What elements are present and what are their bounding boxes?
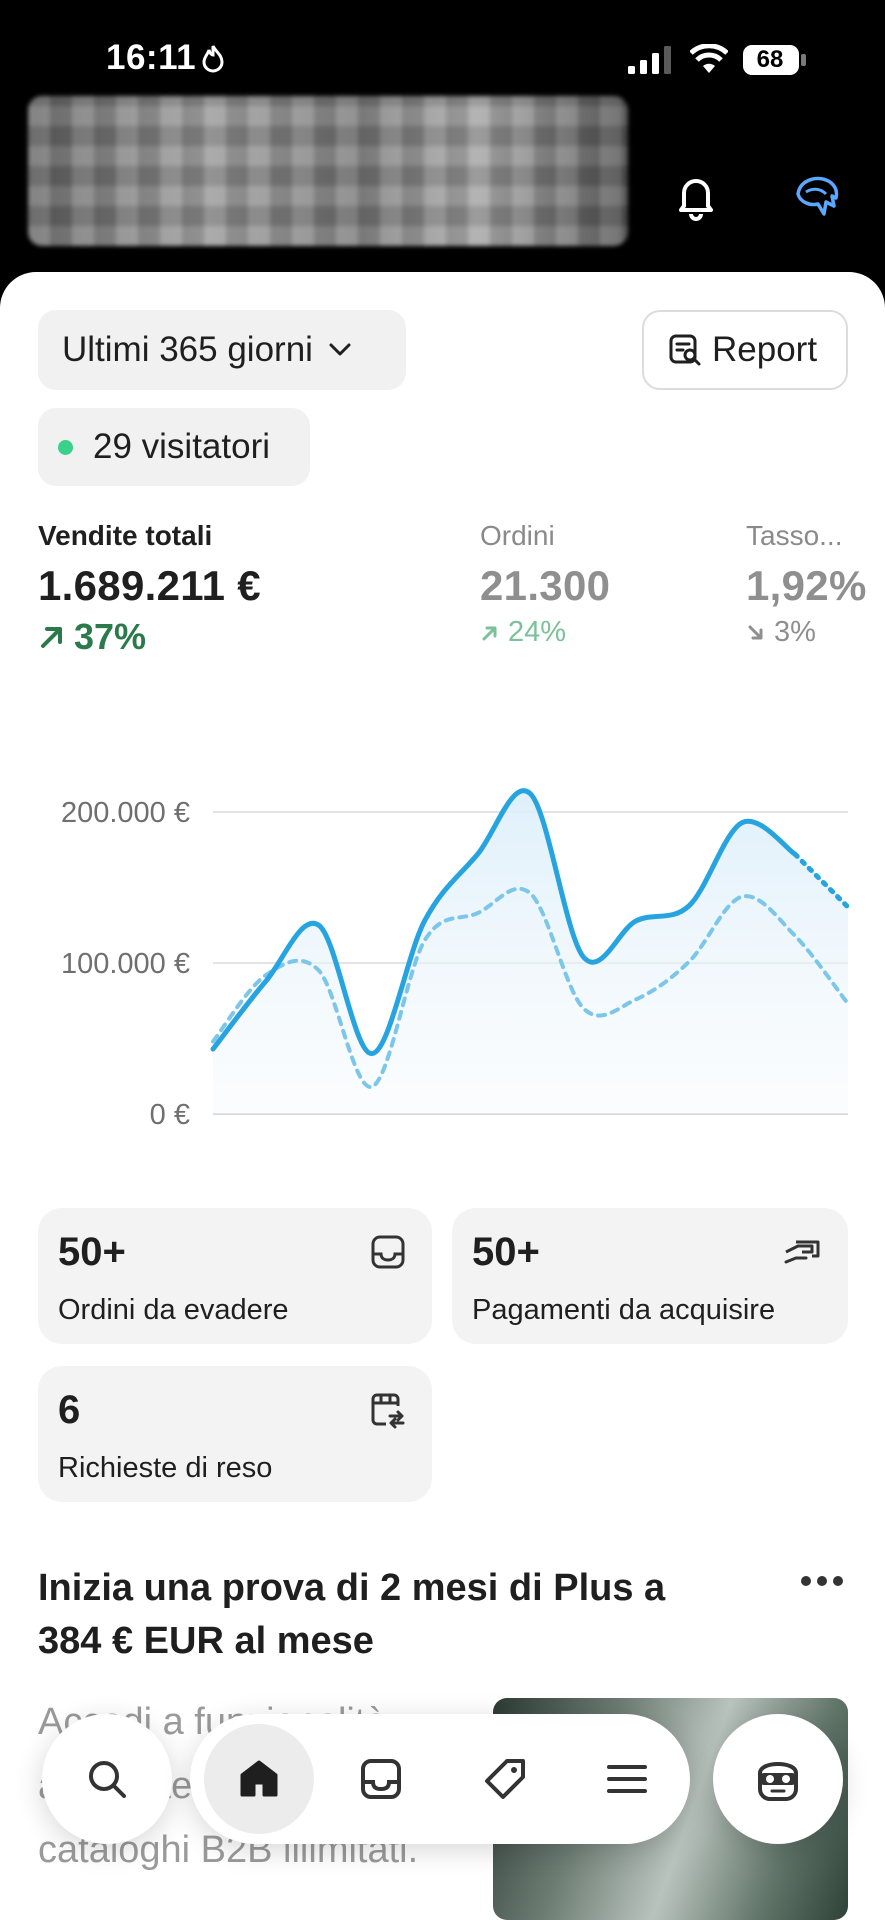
sales-area-fill bbox=[213, 790, 848, 1114]
inbox-icon bbox=[371, 1235, 405, 1269]
metric-label: Tasso... bbox=[746, 520, 843, 551]
comparison-data-point[interactable] bbox=[475, 910, 481, 916]
metric-delta: 37% bbox=[38, 616, 261, 658]
sales-data-point[interactable] bbox=[792, 851, 798, 857]
sales-data-point[interactable] bbox=[316, 922, 322, 928]
sales-data-point[interactable] bbox=[210, 1046, 216, 1052]
comparison-data-point[interactable] bbox=[422, 937, 428, 943]
cellular-signal-icon bbox=[628, 46, 671, 74]
metric-conversion-rate[interactable]: Tasso... 1,92% 3% bbox=[746, 520, 867, 649]
metric-value: 1,92% bbox=[746, 562, 867, 609]
app-header bbox=[0, 96, 885, 276]
sales-chart[interactable]: 200.000 €100.000 €0 €mag 2025ott 2025mar… bbox=[0, 732, 885, 1152]
comparison-data-point[interactable] bbox=[210, 1039, 216, 1045]
metric-orders[interactable]: Ordini 21.300 24% bbox=[480, 520, 610, 649]
live-dot-icon bbox=[58, 439, 73, 455]
comparison-data-point[interactable] bbox=[633, 996, 639, 1002]
bell-icon[interactable] bbox=[668, 168, 724, 224]
report-icon bbox=[669, 334, 701, 366]
sidekick-icon[interactable] bbox=[790, 168, 846, 224]
focus-icon bbox=[202, 45, 224, 73]
status-time: 16:11 bbox=[106, 38, 197, 77]
status-bar: 16:11 68 bbox=[0, 0, 885, 100]
comparison-data-point[interactable] bbox=[369, 1084, 375, 1090]
wifi-icon bbox=[690, 44, 728, 73]
card-value: 6 bbox=[58, 1388, 81, 1432]
report-label: Report bbox=[712, 330, 818, 369]
inbox-icon[interactable] bbox=[357, 1755, 405, 1803]
arrow-up-right-icon bbox=[482, 626, 497, 640]
home-sheet: Ultimi 365 giorni Report 29 visitatori V… bbox=[0, 272, 885, 1920]
arrow-up-right-icon bbox=[41, 627, 62, 648]
card-payments-to-capture[interactable]: 50+ Pagamenti da acquisire bbox=[452, 1208, 848, 1344]
sales-data-point[interactable] bbox=[633, 918, 639, 924]
sidekick-icon bbox=[758, 1762, 798, 1801]
card-label: Pagamenti da acquisire bbox=[472, 1294, 776, 1326]
card-return-requests[interactable]: 6 Richieste di reso bbox=[38, 1366, 432, 1502]
battery-level: 68 bbox=[756, 46, 784, 73]
metric-delta: 3% bbox=[746, 616, 867, 649]
nav-home-button[interactable] bbox=[204, 1724, 314, 1834]
sales-data-point[interactable] bbox=[686, 903, 692, 909]
sales-data-point[interactable] bbox=[580, 954, 586, 960]
comparison-data-point[interactable] bbox=[845, 1001, 851, 1007]
visitors-label: 29 visitatori bbox=[93, 427, 271, 466]
tag-icon[interactable] bbox=[481, 1755, 529, 1803]
return-icon bbox=[371, 1393, 405, 1429]
card-value: 50+ bbox=[472, 1230, 540, 1274]
sales-data-point[interactable] bbox=[422, 918, 428, 924]
store-name-redacted[interactable] bbox=[28, 96, 628, 246]
metric-value: 21.300 bbox=[480, 562, 611, 609]
comparison-data-point[interactable] bbox=[686, 958, 692, 964]
metric-label: Ordini bbox=[480, 520, 555, 551]
metric-delta-value: 24% bbox=[508, 616, 567, 648]
metric-delta-value: 37% bbox=[74, 616, 147, 657]
metric-value: 1.689.211 € bbox=[38, 562, 261, 609]
date-range-label: Ultimi 365 giorni bbox=[62, 330, 313, 369]
metric-delta: 24% bbox=[480, 616, 610, 649]
sales-data-point[interactable] bbox=[369, 1051, 375, 1057]
chevron-down-icon bbox=[329, 343, 351, 356]
nav-sidekick-button[interactable] bbox=[713, 1714, 843, 1844]
date-range-selector[interactable]: Ultimi 365 giorni bbox=[38, 310, 406, 390]
metric-delta-value: 3% bbox=[774, 616, 816, 648]
comparison-data-point[interactable] bbox=[739, 894, 745, 900]
comparison-data-point[interactable] bbox=[528, 891, 534, 897]
cash-icon bbox=[784, 1240, 820, 1264]
arrow-down-right-icon bbox=[748, 625, 763, 639]
comparison-data-point[interactable] bbox=[792, 933, 798, 939]
menu-icon[interactable] bbox=[603, 1755, 651, 1803]
y-tick-label: 100.000 € bbox=[61, 948, 190, 980]
live-visitors-pill[interactable]: 29 visitatori bbox=[38, 408, 310, 486]
card-value: 50+ bbox=[58, 1230, 126, 1274]
card-label: Ordini da evadere bbox=[58, 1294, 289, 1326]
home-icon bbox=[240, 1760, 278, 1797]
sales-data-point[interactable] bbox=[739, 820, 745, 826]
card-label: Richieste di reso bbox=[58, 1452, 273, 1484]
battery-indicator: 68 bbox=[742, 44, 808, 76]
nav-search-button[interactable] bbox=[42, 1714, 172, 1844]
metric-label: Vendite totali bbox=[38, 520, 213, 551]
sales-data-point[interactable] bbox=[263, 978, 269, 984]
more-options-icon[interactable] bbox=[800, 1574, 844, 1588]
comparison-data-point[interactable] bbox=[316, 968, 322, 974]
search-icon bbox=[89, 1761, 126, 1798]
y-tick-label: 200.000 € bbox=[61, 797, 190, 829]
comparison-data-point[interactable] bbox=[580, 1005, 586, 1011]
promo-title: Inizia una prova di 2 mesi di Plus a 384… bbox=[38, 1567, 666, 1662]
y-tick-label: 0 € bbox=[150, 1099, 190, 1131]
report-button[interactable]: Report bbox=[642, 310, 848, 390]
sales-data-point[interactable] bbox=[475, 851, 481, 857]
metric-total-sales[interactable]: Vendite totali 1.689.211 € 37% bbox=[38, 520, 261, 658]
sales-data-point[interactable] bbox=[528, 791, 534, 797]
sales-data-point[interactable] bbox=[845, 904, 851, 910]
comparison-data-point[interactable] bbox=[263, 972, 269, 978]
card-orders-to-fulfill[interactable]: 50+ Ordini da evadere bbox=[38, 1208, 432, 1344]
